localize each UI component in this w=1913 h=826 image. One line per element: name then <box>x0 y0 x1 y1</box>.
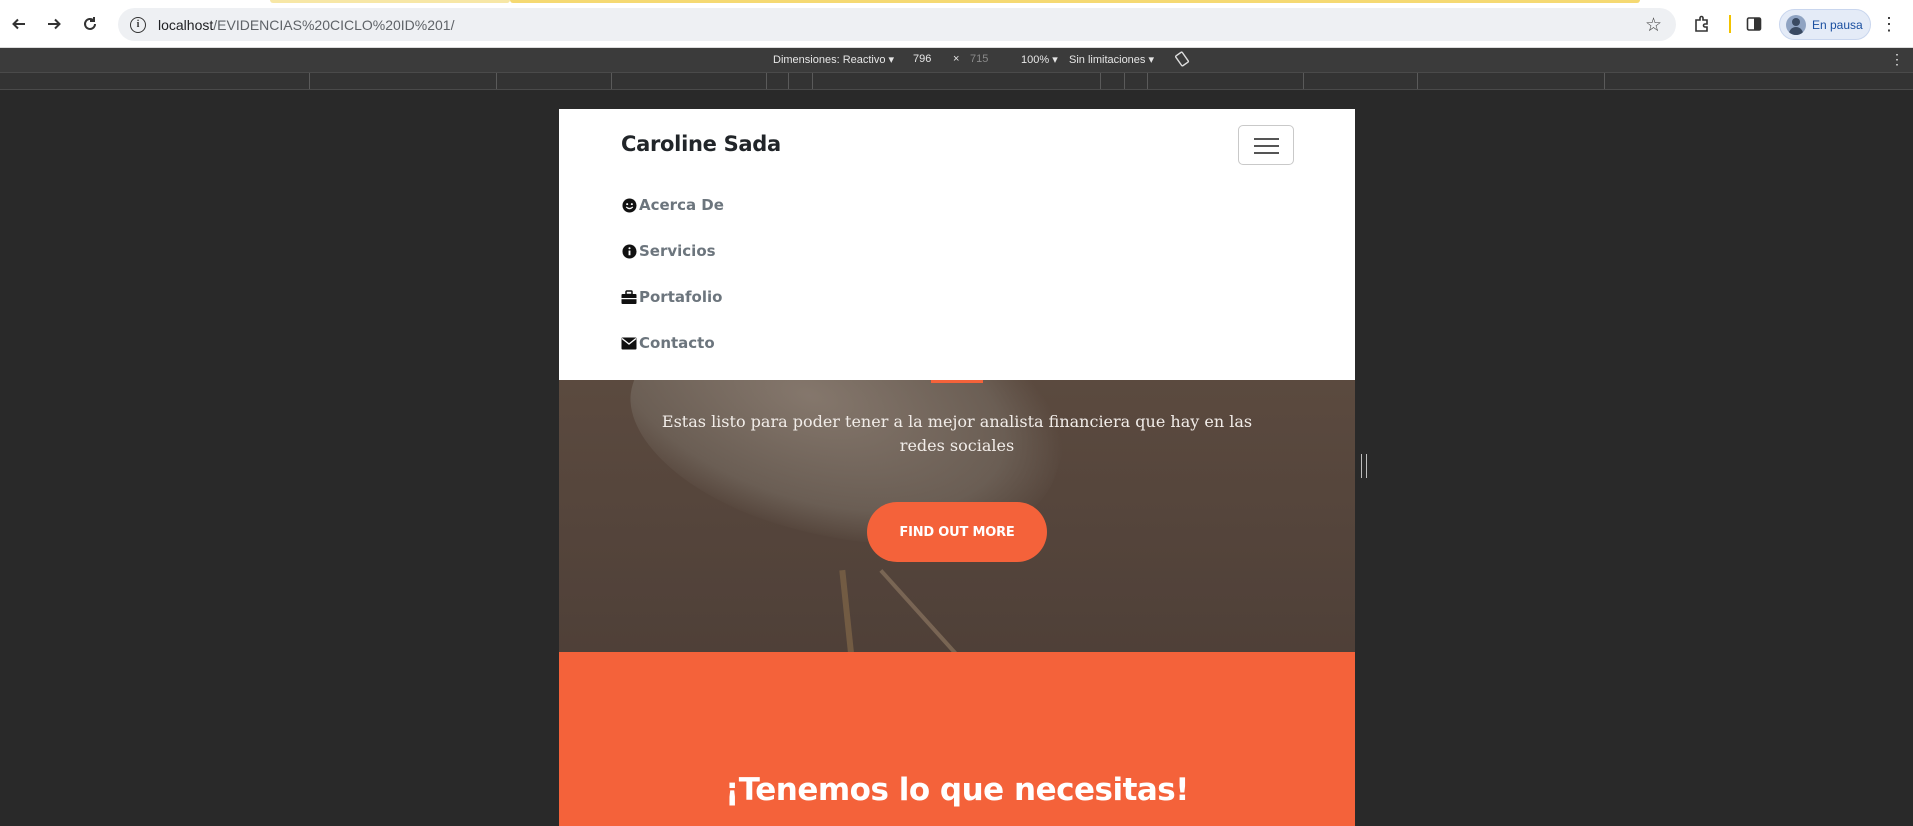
services-section: ¡Tenemos lo que necesitas! <box>559 652 1355 826</box>
find-out-more-button[interactable]: FIND OUT MORE <box>867 502 1047 562</box>
services-heading: ¡Tenemos lo que necesitas! <box>725 772 1189 808</box>
address-bar[interactable]: i localhost/EVIDENCIAS%20CICLO%20ID%201/… <box>118 8 1676 41</box>
hamburger-icon-bar <box>1254 145 1279 147</box>
nav-link-label: Acerca De <box>639 196 724 214</box>
browser-toolbar: i localhost/EVIDENCIAS%20CICLO%20ID%201/… <box>0 0 1913 48</box>
hero-background-detail <box>879 569 963 652</box>
rotate-icon <box>1174 51 1190 67</box>
nav-link-label: Portafolio <box>639 288 723 306</box>
height-input[interactable]: 715 <box>970 53 988 65</box>
smile-icon <box>621 197 637 213</box>
side-panel-icon <box>1746 17 1762 31</box>
profile-status-label: En pausa <box>1812 17 1863 32</box>
puzzle-icon <box>1695 15 1708 32</box>
throttle-dropdown[interactable]: Sin limitaciones ▾ <box>1069 53 1154 66</box>
viewport-resize-handle[interactable] <box>1361 454 1367 478</box>
site-info-icon[interactable]: i <box>130 16 146 33</box>
hero-section: Estas listo para poder tener a la mejor … <box>559 380 1355 652</box>
toolbar-divider <box>1729 15 1731 33</box>
zoom-dropdown[interactable]: 100% ▾ <box>1021 53 1058 66</box>
nav-link-label: Servicios <box>639 242 716 260</box>
width-input[interactable]: 796 <box>913 53 931 65</box>
hamburger-icon-bar <box>1254 138 1279 140</box>
briefcase-icon <box>621 289 637 305</box>
extensions-button[interactable] <box>1690 12 1714 36</box>
times-sign: × <box>953 53 960 65</box>
forward-arrow-icon <box>48 18 61 30</box>
url-host: localhost <box>158 16 214 33</box>
nav-link-contacto[interactable]: Contacto <box>621 320 724 366</box>
device-toolbar: Dimensiones: Reactivo ▾ 796 × 715 100% ▾… <box>0 48 1913 72</box>
navbar: Caroline Sada Acerca De Servicios Portaf… <box>559 109 1355 380</box>
zoom-label: 100% <box>1021 54 1050 66</box>
dimensions-dropdown[interactable]: Dimensiones: Reactivo ▾ <box>773 53 894 66</box>
avatar <box>1786 14 1806 35</box>
forward-button[interactable] <box>42 12 66 36</box>
loading-indicator <box>0 0 1913 3</box>
hero-background-detail <box>839 569 855 652</box>
nav-link-label: Contacto <box>639 334 715 352</box>
info-icon <box>621 243 637 259</box>
nav-link-acerca-de[interactable]: Acerca De <box>621 182 724 228</box>
kebab-menu-icon: ⋮ <box>1880 14 1898 34</box>
throttle-label: Sin limitaciones <box>1069 54 1146 66</box>
navbar-toggler-button[interactable] <box>1238 125 1294 165</box>
browser-menu-button[interactable]: ⋮ <box>1877 12 1901 36</box>
back-button[interactable] <box>7 12 31 36</box>
navbar-brand[interactable]: Caroline Sada <box>621 132 781 156</box>
side-panel-button[interactable] <box>1742 12 1766 36</box>
url-path: /EVIDENCIAS%20CICLO%20ID%201/ <box>213 16 455 33</box>
reload-icon <box>84 17 96 30</box>
nav-link-servicios[interactable]: Servicios <box>621 228 724 274</box>
rotate-button[interactable] <box>1174 51 1190 70</box>
device-toolbar-menu-icon[interactable]: ⋮ <box>1890 51 1904 68</box>
page-viewport: Caroline Sada Acerca De Servicios Portaf… <box>559 109 1355 826</box>
hamburger-icon-bar <box>1254 152 1279 154</box>
dimensions-label: Dimensiones: Reactivo <box>773 54 886 66</box>
nav-links: Acerca De Servicios Portafolio Contacto <box>621 182 724 366</box>
bookmark-star-icon[interactable]: ☆ <box>1645 14 1662 37</box>
media-query-ruler <box>0 72 1913 90</box>
hero-divider <box>931 380 983 383</box>
hero-tagline: Estas listo para poder tener a la mejor … <box>661 412 1253 455</box>
url-text[interactable]: localhost/EVIDENCIAS%20CICLO%20ID%201/ <box>158 17 454 33</box>
reload-button[interactable] <box>78 12 102 36</box>
nav-link-portafolio[interactable]: Portafolio <box>621 274 724 320</box>
profile-chip[interactable]: En pausa <box>1779 9 1871 40</box>
back-arrow-icon <box>12 18 25 30</box>
envelope-icon <box>621 335 637 351</box>
